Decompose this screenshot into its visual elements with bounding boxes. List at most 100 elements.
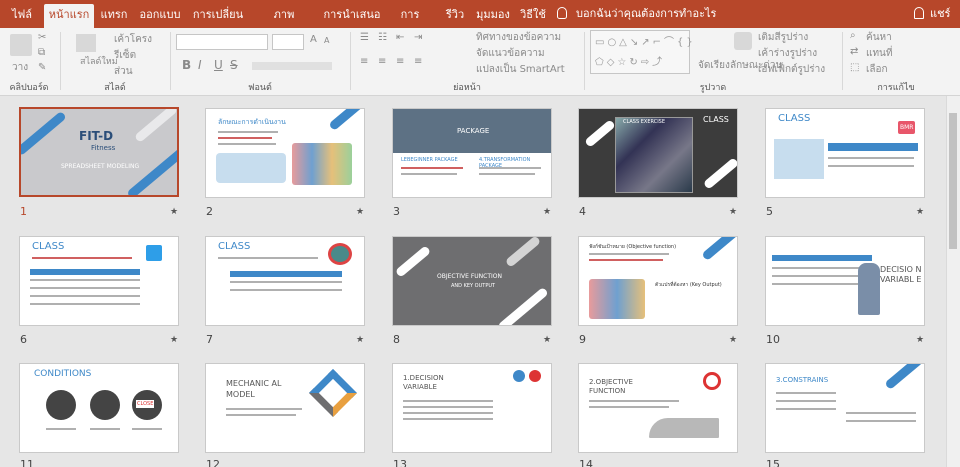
star-icon: ★ bbox=[543, 207, 552, 217]
shape-effects-button[interactable]: เอฟเฟ็กต์รูปร่าง bbox=[758, 62, 825, 77]
slide-thumbnail-3[interactable]: PACKAGE LEBEGINNER PACKAGE 4.TRANSFORMAT… bbox=[392, 108, 552, 198]
underline-button[interactable]: U bbox=[214, 58, 223, 72]
scrollbar-thumb[interactable] bbox=[949, 113, 957, 249]
tab-help[interactable]: วิธีใช้ bbox=[514, 4, 552, 28]
find-icon[interactable]: ⌕ bbox=[850, 30, 856, 41]
slide-3-left: LEBEGINNER PACKAGE bbox=[401, 157, 458, 163]
grow-font-icon[interactable]: A bbox=[310, 34, 317, 45]
font-group: A A B I U S ฟอนต์ bbox=[172, 28, 348, 96]
slide-thumbnail-14[interactable]: 2.OBJECTIVE FUNCTION bbox=[578, 363, 738, 453]
outdent-icon[interactable]: ⇥ bbox=[414, 32, 422, 43]
tab-slideshow[interactable]: การนำเสนอสไลด์ bbox=[318, 4, 386, 43]
slide-thumbnail-13[interactable]: 1.DECISION VARIABLE bbox=[392, 363, 552, 453]
user-icon[interactable] bbox=[914, 7, 924, 19]
slide-1-sub: Fitness bbox=[91, 144, 116, 152]
slide-8-sub: AND KEY OUTPUT bbox=[451, 283, 496, 289]
tab-home[interactable]: หน้าแรก bbox=[44, 4, 94, 28]
select-icon[interactable]: ⬚ bbox=[850, 62, 859, 73]
tab-file[interactable]: ไฟล์ bbox=[4, 4, 40, 28]
slide-number-6: 6 bbox=[20, 333, 27, 346]
slide-13-title: 1.DECISION VARIABLE bbox=[403, 374, 444, 391]
tab-transitions[interactable]: การเปลี่ยน bbox=[188, 4, 248, 28]
convert-smartart-button[interactable]: แปลงเป็น SmartArt bbox=[476, 62, 565, 77]
slide-thumbnail-7[interactable]: CLASS bbox=[205, 236, 365, 326]
slide-number-10: 10 bbox=[766, 333, 780, 346]
slide-thumbnail-5[interactable]: CLASS BMR bbox=[765, 108, 925, 198]
star-icon: ★ bbox=[543, 335, 552, 345]
indent-icon[interactable]: ⇤ bbox=[396, 32, 404, 43]
slide-thumbnail-9[interactable]: ฟังก์ชันเป้าหมาย (Objective function) ตั… bbox=[578, 236, 738, 326]
bold-button[interactable]: B bbox=[182, 58, 191, 72]
slide-thumbnail-12[interactable]: MECHANIC AL MODEL bbox=[205, 363, 365, 453]
align-left-icon[interactable]: ≡ bbox=[360, 56, 368, 67]
strike-button[interactable]: S bbox=[230, 58, 238, 72]
slide-number-5: 5 bbox=[766, 205, 773, 218]
bullets-icon[interactable]: ☰ bbox=[360, 32, 369, 43]
slide-number-7: 7 bbox=[206, 333, 213, 346]
tell-me-box[interactable]: บอกฉันว่าคุณต้องการทำอะไร bbox=[576, 4, 716, 24]
replace-icon[interactable]: ⇄ bbox=[850, 46, 858, 57]
slide-6-title: CLASS bbox=[32, 241, 65, 252]
shapes-icon: ▭○△↘↗⌐⌒{} bbox=[595, 37, 696, 48]
slide-thumbnail-8[interactable]: OBJECTIVE FUNCTION AND KEY OUTPUT bbox=[392, 236, 552, 326]
format-painter-icon[interactable]: ✎ bbox=[38, 62, 46, 73]
star-icon: ★ bbox=[356, 335, 365, 345]
slide-number-11: 11 bbox=[20, 458, 34, 467]
shape-outline-button[interactable]: เค้าร่างรูปร่าง bbox=[758, 46, 817, 61]
star-icon: ★ bbox=[916, 207, 925, 217]
paste-icon[interactable] bbox=[10, 34, 32, 56]
arrange-button[interactable]: จัดเรียง bbox=[698, 58, 730, 73]
align-center-icon[interactable]: ≡ bbox=[378, 56, 386, 67]
copy-icon[interactable]: ⧉ bbox=[38, 47, 45, 58]
slide-thumbnail-1[interactable]: FIT-D Fitness SPREADSHEET MODELING bbox=[19, 107, 179, 197]
font-name-select[interactable] bbox=[176, 34, 268, 50]
numbering-icon[interactable]: ☷ bbox=[378, 32, 387, 43]
slide-thumbnail-4[interactable]: CLASS EXERCISE CLASS bbox=[578, 108, 738, 198]
justify-icon[interactable]: ≡ bbox=[414, 56, 422, 67]
star-icon: ★ bbox=[729, 335, 738, 345]
slide-thumbnail-15[interactable]: 3.CONSTRAINS bbox=[765, 363, 925, 453]
share-button[interactable]: แชร์ bbox=[930, 4, 950, 24]
new-slide-button[interactable]: สไลด์ใหม่ bbox=[80, 54, 118, 68]
quick-styles-icon[interactable] bbox=[734, 32, 752, 50]
shrink-font-icon[interactable]: A bbox=[324, 36, 329, 45]
slide-8-title: OBJECTIVE FUNCTION bbox=[437, 273, 502, 280]
slide-4-title: CLASS EXERCISE bbox=[623, 119, 666, 125]
layout-button[interactable]: เค้าโครง bbox=[114, 32, 152, 47]
shapes-gallery[interactable]: ▭○△↘↗⌐⌒{} ⬠◇☆↻⇨⤴ bbox=[590, 30, 693, 74]
star-icon: ★ bbox=[170, 335, 179, 345]
editing-label: การแก้ไข bbox=[877, 83, 915, 93]
font-label: ฟอนต์ bbox=[248, 83, 272, 93]
slide-thumbnail-6[interactable]: CLASS bbox=[19, 236, 179, 326]
find-button[interactable]: ค้นหา bbox=[866, 30, 892, 45]
drawing-group: ▭○△↘↗⌐⌒{} ⬠◇☆↻⇨⤴ จัดเรียง ลักษณะด่วน เติ… bbox=[586, 28, 840, 96]
tab-record[interactable]: การบันทึก bbox=[388, 4, 432, 43]
reset-button[interactable]: รีเซ็ต bbox=[114, 48, 136, 63]
replace-button[interactable]: แทนที่ bbox=[866, 46, 892, 61]
paste-button[interactable]: วาง bbox=[12, 60, 28, 75]
slide-thumbnail-10[interactable]: DECISIO N VARIABL E bbox=[765, 236, 925, 326]
slide-thumbnail-11[interactable]: CONDITIONS CLOSE bbox=[19, 363, 179, 453]
italic-button[interactable]: I bbox=[198, 58, 202, 72]
slide-1-caption: SPREADSHEET MODELING bbox=[61, 163, 140, 170]
shape-fill-button[interactable]: เติมสีรูปร่าง bbox=[758, 30, 808, 45]
align-text-button[interactable]: จัดแนวข้อความ bbox=[476, 46, 545, 61]
align-right-icon[interactable]: ≡ bbox=[396, 56, 404, 67]
tab-view[interactable]: มุมมอง bbox=[474, 4, 512, 28]
slide-thumbnail-2[interactable]: ลักษณะการดำเนินงาน bbox=[205, 108, 365, 198]
font-size-select[interactable] bbox=[272, 34, 304, 50]
text-direction-button[interactable]: ทิศทางของข้อความ bbox=[476, 30, 561, 45]
slide-number-2: 2 bbox=[206, 205, 213, 218]
tab-review[interactable]: รีวิว bbox=[440, 4, 470, 28]
tab-insert[interactable]: แทรก bbox=[96, 4, 132, 28]
tab-animations[interactable]: ภาพเคลื่อนไหว bbox=[252, 4, 316, 43]
cut-icon[interactable]: ✂ bbox=[38, 32, 46, 43]
section-button[interactable]: ส่วน bbox=[114, 64, 133, 79]
slide-1-title: FIT-D bbox=[79, 129, 114, 143]
slide-9-sub: ตัวแปรที่ต้องหา (Key Output) bbox=[655, 282, 722, 288]
ribbon: วาง ✂ ⧉ ✎ คลิปบอร์ด สไลด์ใหม่ เค้าโครง ร… bbox=[0, 28, 960, 96]
slide-11-close: CLOSE bbox=[136, 400, 155, 408]
new-slide-icon[interactable] bbox=[76, 34, 96, 52]
tab-design[interactable]: ออกแบบ bbox=[136, 4, 184, 28]
select-button[interactable]: เลือก bbox=[866, 62, 888, 77]
